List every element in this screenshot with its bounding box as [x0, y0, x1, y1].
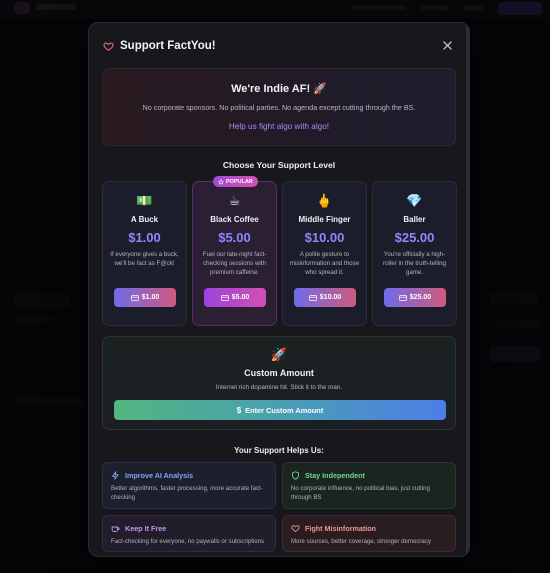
hero-title: We're Indie AF! 🚀: [231, 83, 327, 95]
shield-icon: [291, 471, 300, 480]
credit-card-icon: [398, 294, 407, 301]
benefit-keep-it-free: Keep It Free Fact-checking for everyone,…: [102, 515, 276, 552]
tier-donate-button[interactable]: $5.00: [204, 288, 266, 307]
rocket-icon: 🚀: [270, 347, 288, 362]
heart-icon: [291, 524, 300, 533]
custom-amount-title: Custom Amount: [244, 368, 314, 378]
tier-card-black-coffee[interactable]: POPULAR ☕ Black Coffee $5.00 Fuel our la…: [192, 176, 277, 326]
tier-price: $1.00: [128, 230, 161, 245]
star-icon: [218, 178, 224, 185]
indie-hero-card: We're Indie AF! 🚀 No corporate sponsors.…: [102, 68, 456, 146]
benefit-description: More sources, better coverage, stronger …: [291, 538, 431, 545]
custom-amount-button-label: Enter Custom Amount: [245, 405, 324, 415]
benefit-stay-independent: Stay Independent No corporate influence,…: [282, 462, 456, 509]
hero-link[interactable]: Help us fight algo with algo!: [229, 122, 329, 131]
tier-description: You're officially a high-roller in the t…: [383, 251, 446, 276]
tier-price: $25.00: [394, 230, 435, 245]
benefit-title: Fight Misinformation: [305, 524, 377, 533]
benefit-fight-misinformation: Fight Misinformation More sources, bette…: [282, 515, 456, 552]
tier-description: Fuel our late-night fact-checking sessio…: [202, 251, 267, 276]
tier-donate-button[interactable]: $10.00: [294, 288, 356, 307]
benefit-title: Keep It Free: [125, 524, 167, 533]
modal-title: Support FactYou!: [120, 40, 216, 52]
tier-donate-button[interactable]: $1.00: [114, 288, 176, 307]
benefit-description: Better algorithms, faster processing, mo…: [111, 485, 263, 501]
middle-finger-icon: 🖕: [316, 193, 333, 208]
dollar-sign-icon: $: [236, 405, 242, 415]
close-icon[interactable]: [442, 40, 452, 50]
dollar-bill-icon: 💵: [136, 193, 153, 208]
coffee-icon: [111, 524, 120, 533]
tier-price: $5.00: [218, 230, 251, 245]
benefits-title: Your Support Helps Us:: [234, 446, 324, 455]
benefit-description: Fact-checking for everyone, no paywalls …: [111, 538, 265, 545]
modal-header: Support FactYou!: [103, 39, 457, 53]
close-button[interactable]: [441, 39, 453, 51]
tier-card-baller[interactable]: 💎 Baller $25.00 You're officially a high…: [372, 181, 457, 326]
tier-name: Black Coffee: [210, 215, 259, 224]
coffee-icon: ☕: [228, 193, 241, 208]
modal-scrollbar[interactable]: [466, 23, 469, 556]
popular-badge-label: POPULAR: [226, 178, 253, 185]
benefit-improve-ai: Improve AI Analysis Better algorithms, f…: [102, 462, 276, 509]
tier-name: A Buck: [130, 215, 159, 224]
hero-subtitle: No corporate sponsors. No political part…: [142, 103, 416, 112]
support-level-title: Choose Your Support Level: [222, 160, 336, 170]
tier-description: A polite gesture to misinformation and t…: [289, 251, 360, 276]
tier-donate-button[interactable]: $25.00: [384, 288, 446, 307]
tier-button-label: $5.00: [231, 294, 250, 301]
credit-card-icon: [220, 294, 229, 301]
credit-card-icon: [130, 294, 139, 301]
custom-amount-subtitle: Internet rich dopamine hit. Stick it to …: [215, 384, 343, 391]
benefit-title: Improve AI Analysis: [125, 471, 194, 480]
credit-card-icon: [308, 294, 317, 301]
tier-button-label: $10.00: [319, 294, 342, 301]
diamond-icon: 💎: [406, 193, 423, 208]
benefit-title: Stay Independent: [305, 471, 365, 480]
support-modal: Support FactYou! We're Indie AF! 🚀 No co…: [88, 22, 470, 557]
tier-card-a-buck[interactable]: 💵 A Buck $1.00 If everyone gives a buck,…: [102, 181, 187, 326]
tier-card-middle-finger[interactable]: 🖕 Middle Finger $10.00 A polite gesture …: [282, 181, 367, 326]
tier-description: If everyone gives a buck, we'll be fact …: [110, 251, 179, 267]
custom-amount-card: 🚀 Custom Amount Internet rich dopamine h…: [102, 336, 456, 430]
tier-button-label: $25.00: [409, 294, 432, 301]
heart-icon: [103, 41, 114, 52]
lightning-icon: [111, 471, 120, 480]
tier-name: Baller: [403, 215, 426, 224]
tier-name: Middle Finger: [298, 215, 351, 224]
enter-custom-amount-button[interactable]: $ Enter Custom Amount: [114, 400, 446, 420]
benefit-description: No corporate influence, no political bia…: [291, 485, 430, 501]
tier-button-label: $1.00: [141, 294, 160, 301]
tier-price: $10.00: [304, 230, 345, 245]
popular-badge: POPULAR: [213, 176, 258, 187]
